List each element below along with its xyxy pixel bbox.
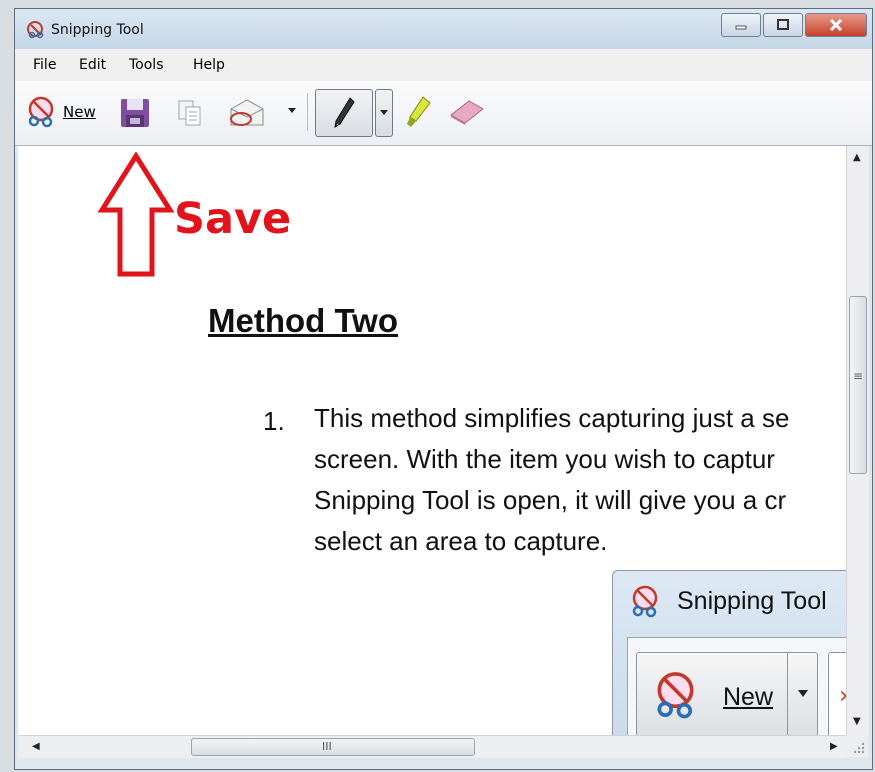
resize-grip-icon [853,742,865,754]
save-button[interactable] [119,97,151,129]
eraser-icon [450,100,484,125]
menu-file[interactable]: File [33,57,56,73]
document-heading: Method Two [208,302,399,339]
scroll-down-icon[interactable]: ▼ [853,716,861,727]
scroll-left-icon[interactable]: ◀ [32,741,40,752]
send-icon [230,99,264,126]
vertical-scrollbar[interactable]: ▲ ≡ ▼ [846,146,869,735]
save-icon [121,99,149,127]
toolbar: New [15,81,872,146]
embedded-toolbar: New › [627,637,846,735]
eraser-button[interactable] [447,97,487,127]
chevron-down-icon [380,110,388,115]
snipping-tool-window: Snipping Tool File Edit Tools Help New S… [14,8,873,770]
new-button[interactable]: New [25,95,96,129]
copy-icon [178,100,201,126]
minimize-button[interactable] [721,13,761,37]
scissors-icon [28,96,54,128]
embedded-screenshot: Snipping Tool New › [612,570,846,735]
text-line: select an area to capture. [314,526,608,556]
pen-dropdown-button[interactable] [375,89,393,137]
text-line: Snipping Tool is open, it will give you … [314,485,787,515]
scissors-icon [657,672,694,719]
send-snip-button[interactable] [227,97,267,129]
close-icon [829,19,843,31]
chevron-down-icon [798,690,808,697]
embedded-next-button: › [828,652,846,735]
menu-help[interactable]: Help [193,57,225,73]
resize-grip[interactable] [846,735,868,757]
horizontal-scroll-thumb[interactable]: III [191,738,475,756]
embedded-window-title: Snipping Tool [677,587,827,615]
grip-icon: ≡ [853,369,864,383]
minimize-icon [735,25,747,30]
new-button-label: New [63,103,96,121]
horizontal-scrollbar[interactable]: ◀ III ▶ [18,735,846,758]
close-icon: › [839,681,846,709]
scroll-up-icon[interactable]: ▲ [853,152,861,163]
pen-icon [334,97,355,128]
list-number: 1. [263,406,285,436]
text-line: screen. With the item you wish to captur [314,444,775,474]
maximize-icon [777,19,789,30]
chevron-down-icon [288,108,296,113]
embedded-dropdown [787,653,818,735]
menu-tools[interactable]: Tools [129,57,164,73]
window-title: Snipping Tool [51,22,144,38]
snip-canvas: Save Method Two 1. This method simplifie… [18,146,846,735]
highlighter-icon [407,96,431,127]
maximize-button[interactable] [763,13,803,37]
save-annotation-label: Save [174,194,292,244]
vertical-scroll-thumb[interactable]: ≡ [849,296,867,474]
pen-button[interactable] [315,89,373,137]
title-bar[interactable]: Snipping Tool [15,9,872,49]
toolbar-divider [307,93,308,131]
scroll-right-icon[interactable]: ▶ [830,741,838,752]
list-item-text: This method simplifies capturing just a … [314,398,846,562]
send-dropdown-button[interactable] [287,107,297,115]
up-arrow-annotation [97,152,175,277]
grip-icon: III [322,740,332,753]
close-button[interactable] [805,13,867,37]
highlighter-button[interactable] [405,95,433,129]
scissors-icon [27,21,44,39]
menu-edit[interactable]: Edit [79,57,106,73]
embedded-new-label: New [723,683,774,711]
menu-bar: File Edit Tools Help [15,49,872,82]
text-line: This method simplifies capturing just a … [314,403,790,433]
copy-button[interactable] [177,99,203,127]
embedded-new-button: New [636,652,818,735]
scissors-icon [632,585,658,618]
